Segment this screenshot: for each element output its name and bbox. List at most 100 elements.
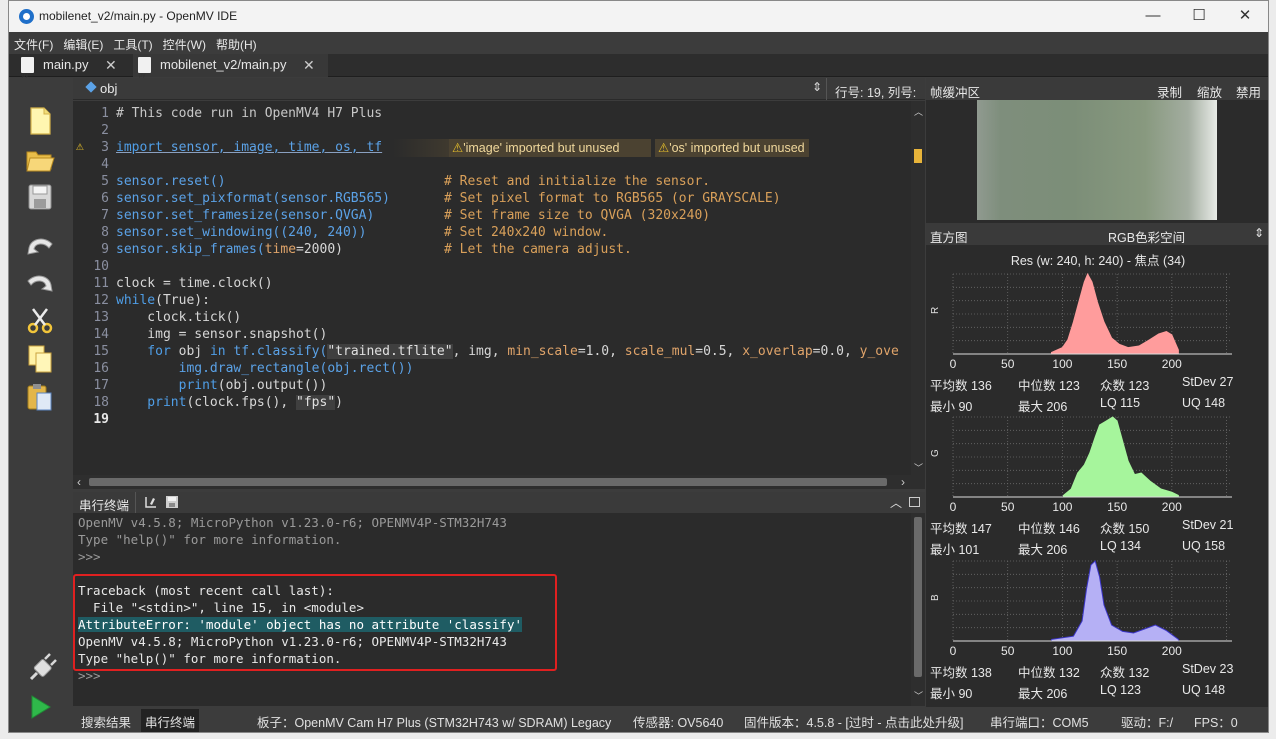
stat-众数: 众数 132 [1100, 666, 1150, 680]
tab-mobilenet-main-py[interactable]: mobilenet_v2/main.py ✕ [133, 54, 328, 87]
terminal-line: Type "help()" for more information. [78, 532, 342, 547]
symbol-dropdown-icon[interactable]: ⇕ [812, 80, 822, 94]
redo-icon[interactable] [25, 267, 55, 297]
stat-众数: 众数 150 [1100, 522, 1150, 536]
record-button[interactable]: 录制 [1157, 82, 1182, 101]
firmware-info[interactable]: 固件版本：4.5.8 - [过时 - 点击此处升级] [744, 712, 963, 731]
close-button[interactable]: ✕ [1223, 5, 1267, 27]
x-tick-label: 0 [950, 500, 957, 514]
x-tick-label: 50 [1001, 357, 1015, 371]
scroll-left-icon: ‹ [77, 475, 81, 489]
terminal-title: 串行终端 [79, 499, 130, 513]
code-comment: # Reset and initialize the sensor. [444, 174, 711, 189]
editor-horizontal-scrollbar[interactable]: ‹ › [73, 475, 925, 489]
stat-最大: 最大 206 [1018, 687, 1068, 701]
menu-edit[interactable]: 编辑(E) [58, 32, 108, 53]
stat-众数: 众数 123 [1100, 379, 1150, 393]
divider [826, 78, 827, 100]
stat-LQ: LQ 115 [1100, 396, 1141, 410]
python-file-icon [138, 57, 151, 87]
menu-bar: 文件(F) 编辑(E) 工具(T) 控件(W) 帮助(H) [9, 32, 1268, 54]
code-editor[interactable]: ⚠ 1 2 3 4 5 6 7 8 9 10 11 12 13 14 15 16… [73, 101, 911, 475]
x-tick-label: 0 [950, 644, 957, 658]
stat-中位数: 中位数 146 [1018, 522, 1080, 536]
x-tick-label: 200 [1162, 357, 1182, 371]
tab-close-icon[interactable]: ✕ [303, 54, 315, 76]
framebuffer-title: 帧缓冲区 [930, 86, 981, 100]
copy-icon[interactable] [25, 344, 55, 374]
terminal-line: >>> [78, 549, 101, 564]
maximize-button[interactable]: ☐ [1177, 5, 1221, 27]
collapse-up-icon[interactable]: ︿ [890, 494, 902, 511]
colorspace-select[interactable]: RGB色彩空间 [1108, 227, 1185, 246]
histogram-title: 直方图 [930, 231, 968, 245]
save-log-icon[interactable] [165, 495, 179, 509]
tab-search-results[interactable]: 搜索结果 [81, 712, 131, 731]
code-line: clock = time.clock() [116, 276, 273, 291]
symbol-selector[interactable]: obj [100, 81, 117, 96]
histogram-b: B 0 50 100 150 200 [930, 560, 1232, 658]
title-bar: mobilenet_v2/main.py - OpenMV IDE — ☐ ✕ [9, 1, 1268, 32]
tab-label: mobilenet_v2/main.py [160, 57, 287, 72]
scroll-thumb[interactable] [89, 478, 887, 486]
x-tick-label: 200 [1162, 500, 1182, 514]
line-number: 12 [93, 293, 109, 308]
serial-port-info[interactable]: 串行端口：COM5 [990, 712, 1089, 731]
stat-UQ: UQ 158 [1182, 539, 1226, 553]
paste-icon[interactable] [25, 382, 55, 412]
cut-icon[interactable] [25, 306, 55, 336]
x-tick-label: 50 [1001, 500, 1015, 514]
line-number: 16 [93, 361, 109, 376]
stat-最小: 最小 101 [930, 543, 980, 557]
clear-terminal-icon[interactable] [143, 495, 159, 510]
editor-vertical-scrollbar[interactable]: ︿ ﹀ [911, 101, 925, 475]
disable-button[interactable]: 禁用 [1236, 82, 1261, 101]
tab-main-py[interactable]: main.py ✕ [17, 54, 129, 87]
menu-file[interactable]: 文件(F) [9, 32, 58, 53]
colorspace-dropdown-icon[interactable]: ⇕ [1254, 226, 1264, 240]
camera-frame-preview[interactable] [977, 100, 1217, 220]
stat-平均数: 平均数 136 [930, 379, 992, 393]
float-panel-icon[interactable] [909, 497, 920, 507]
x-tick-label: 150 [1107, 500, 1127, 514]
channel-label: B [930, 594, 941, 601]
new-file-icon[interactable] [25, 106, 55, 136]
tab-close-icon[interactable]: ✕ [105, 54, 117, 76]
tab-serial-terminal[interactable]: 串行终端 [141, 709, 200, 732]
right-panel: 帧缓冲区 录制 缩放 禁用 直方图 RGB色彩空间 ⇕ Res (w: 240,… [926, 78, 1268, 707]
open-folder-icon[interactable] [25, 144, 55, 174]
scroll-thumb[interactable] [914, 517, 922, 677]
histogram-header: 直方图 RGB色彩空间 ⇕ [926, 223, 1268, 246]
left-toolbar [9, 78, 73, 732]
warning-annotation: ⚠'os' imported but unused [655, 139, 809, 157]
serial-terminal[interactable]: OpenMV v4.5.8; MicroPython v1.23.0-r6; O… [73, 513, 911, 706]
code-line: for obj in tf.classify("trained.tflite",… [116, 344, 899, 359]
code-line: sensor.reset() [116, 174, 226, 189]
minimize-button[interactable]: — [1131, 5, 1175, 27]
menu-tools[interactable]: 工具(T) [108, 32, 157, 53]
x-tick-label: 50 [1001, 644, 1015, 658]
save-icon[interactable] [25, 182, 55, 212]
line-number: 17 [93, 378, 109, 393]
line-number: 9 [101, 242, 109, 257]
connect-icon[interactable] [25, 651, 59, 685]
code-line: print(clock.fps(), "fps") [116, 395, 343, 410]
undo-icon[interactable] [25, 230, 55, 260]
framebuffer-header: 帧缓冲区 录制 缩放 禁用 [926, 78, 1268, 101]
drive-info[interactable]: 驱动：F:/ [1121, 712, 1173, 731]
stat-平均数: 平均数 147 [930, 522, 992, 536]
zoom-button[interactable]: 缩放 [1197, 82, 1222, 101]
editor-toolbar: obj ⇕ 行号: 19, 列号: 1 [73, 78, 925, 115]
fps-info: FPS：0 [1194, 716, 1238, 730]
stat-中位数: 中位数 132 [1018, 666, 1080, 680]
stat-最大: 最大 206 [1018, 543, 1068, 557]
menu-help[interactable]: 帮助(H) [211, 32, 262, 53]
menu-widgets[interactable]: 控件(W) [158, 32, 211, 53]
line-number: 14 [93, 327, 109, 342]
board-info[interactable]: 板子：OpenMV Cam H7 Plus (STM32H743 w/ SDRA… [257, 712, 611, 731]
terminal-scrollbar[interactable]: ﹀ [911, 513, 925, 706]
scroll-down-icon: ﹀ [914, 463, 924, 473]
code-comment: # Set frame size to QVGA (320x240) [444, 208, 711, 223]
line-number: 13 [93, 310, 109, 325]
run-icon[interactable] [25, 692, 55, 722]
